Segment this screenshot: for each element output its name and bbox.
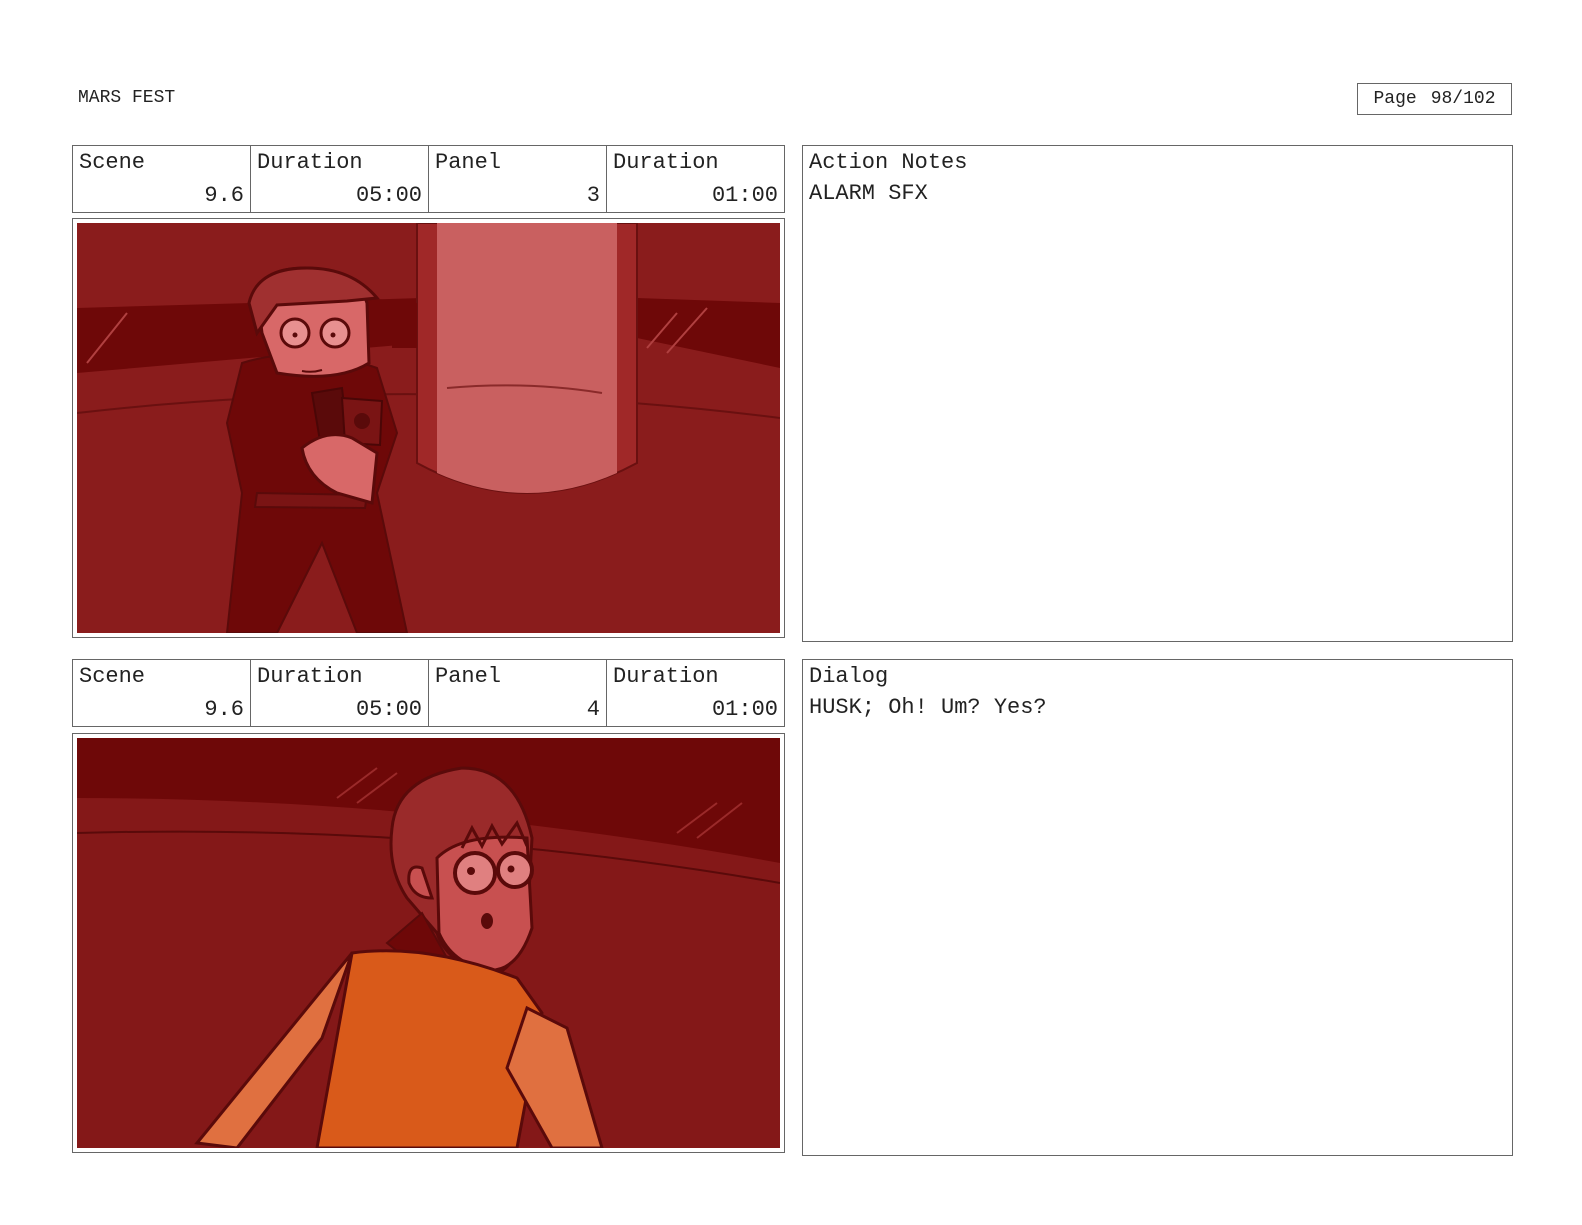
scene-duration-label: Duration <box>257 150 363 175</box>
panel-duration-value: 01:00 <box>711 697 778 722</box>
scene-duration-label: Duration <box>257 664 363 689</box>
scene-cell: Scene 9.6 <box>73 146 251 212</box>
page-label: Page <box>1373 89 1417 109</box>
scene-duration-cell: Duration 05:00 <box>251 146 429 212</box>
panel-cell: Panel 4 <box>429 660 607 726</box>
panel-2-meta-table: Scene 9.6 Duration 05:00 Panel 4 Duratio… <box>72 659 785 727</box>
panel-label: Panel <box>435 664 502 689</box>
scene-label: Scene <box>79 150 146 175</box>
panel-1-frame <box>72 218 785 638</box>
scene-duration-value: 05:00 <box>355 697 422 722</box>
panel-duration-cell: Duration 01:00 <box>607 146 784 212</box>
panel-2-frame <box>72 733 785 1153</box>
page-number: 98/102 <box>1430 89 1496 109</box>
scene-value: 9.6 <box>204 697 244 722</box>
page-indicator: Page 98/102 <box>1357 83 1512 115</box>
panel-duration-cell: Duration 01:00 <box>607 660 784 726</box>
panel-duration-label: Duration <box>613 150 719 175</box>
scene-duration-cell: Duration 05:00 <box>251 660 429 726</box>
panel-value: 3 <box>586 183 600 208</box>
panel-value: 4 <box>586 697 600 722</box>
dialog-box: Dialog HUSK; Oh! Um? Yes? <box>802 659 1513 1156</box>
panel-duration-value: 01:00 <box>711 183 778 208</box>
action-notes-label: Action Notes <box>809 150 968 175</box>
panel-cell: Panel 3 <box>429 146 607 212</box>
scene-duration-value: 05:00 <box>355 183 422 208</box>
panel-2-drawing <box>77 738 780 1148</box>
scene-value: 9.6 <box>204 183 244 208</box>
action-notes-box: Action Notes ALARM SFX <box>802 145 1513 642</box>
scene-label: Scene <box>79 664 146 689</box>
action-notes-text: ALARM SFX <box>809 181 928 206</box>
dialog-text: HUSK; Oh! Um? Yes? <box>809 695 1047 720</box>
panel-label: Panel <box>435 150 502 175</box>
dialog-label: Dialog <box>809 664 889 689</box>
panel-1-drawing <box>77 223 780 633</box>
panel-duration-label: Duration <box>613 664 719 689</box>
panel-1-meta-table: Scene 9.6 Duration 05:00 Panel 3 Duratio… <box>72 145 785 213</box>
scene-cell: Scene 9.6 <box>73 660 251 726</box>
document-title: MARS FEST <box>78 88 176 108</box>
